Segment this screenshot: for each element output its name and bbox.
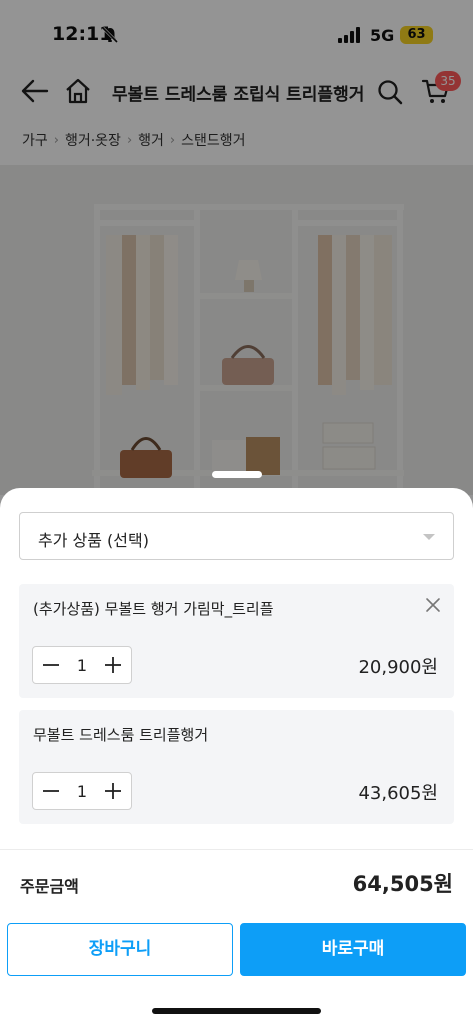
item-name: (추가상품) 무볼트 행거 가림막_트리플 xyxy=(33,600,274,618)
sheet-drag-handle[interactable] xyxy=(212,471,262,478)
purchase-option-sheet: 추가 상품 (선택) (추가상품) 무볼트 행거 가림막_트리플 1 20,90… xyxy=(0,488,473,1024)
order-total-value: 64,505원 xyxy=(352,872,453,896)
order-total-label: 주문금액 xyxy=(20,877,79,896)
divider xyxy=(0,849,473,850)
quantity-stepper: 1 xyxy=(32,646,132,684)
item-price: 20,900원 xyxy=(358,657,438,678)
caret-down-icon xyxy=(423,534,435,540)
home-indicator xyxy=(152,1008,321,1014)
item-price: 43,605원 xyxy=(358,783,438,804)
select-label: 추가 상품 (선택) xyxy=(38,531,149,550)
selected-item-card: (추가상품) 무볼트 행거 가림막_트리플 1 20,900원 xyxy=(19,584,454,698)
close-icon[interactable] xyxy=(424,596,442,618)
plus-icon[interactable] xyxy=(103,655,123,679)
selected-item-card: 무볼트 드레스룸 트리플행거 1 43,605원 xyxy=(19,710,454,824)
plus-icon[interactable] xyxy=(103,781,123,805)
additional-product-select[interactable]: 추가 상품 (선택) xyxy=(19,512,454,560)
item-name: 무볼트 드레스룸 트리플행거 xyxy=(33,726,209,744)
buy-now-button[interactable]: 바로구매 xyxy=(240,923,466,976)
add-to-cart-button[interactable]: 장바구니 xyxy=(7,923,233,976)
quantity-stepper: 1 xyxy=(32,772,132,810)
